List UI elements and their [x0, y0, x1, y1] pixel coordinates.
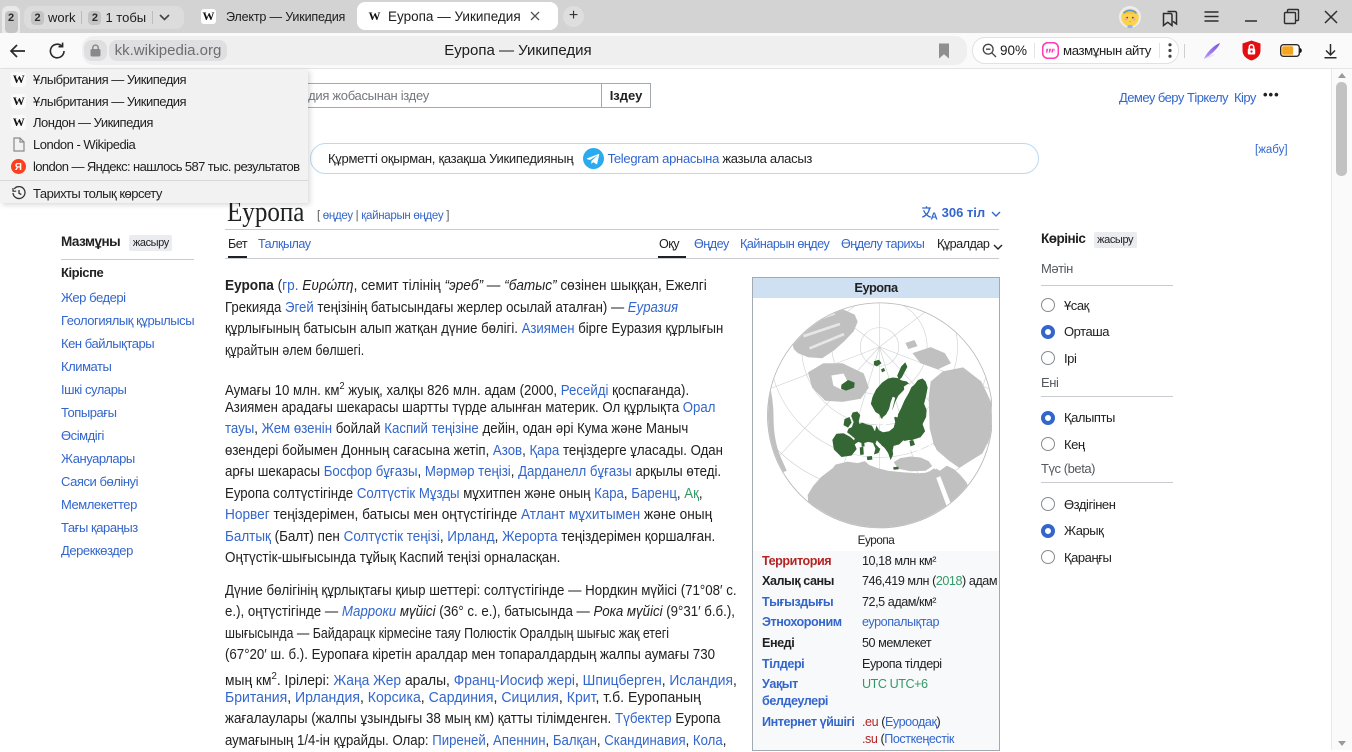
- svg-text:Я: Я: [15, 162, 22, 173]
- svg-text:A: A: [931, 212, 938, 221]
